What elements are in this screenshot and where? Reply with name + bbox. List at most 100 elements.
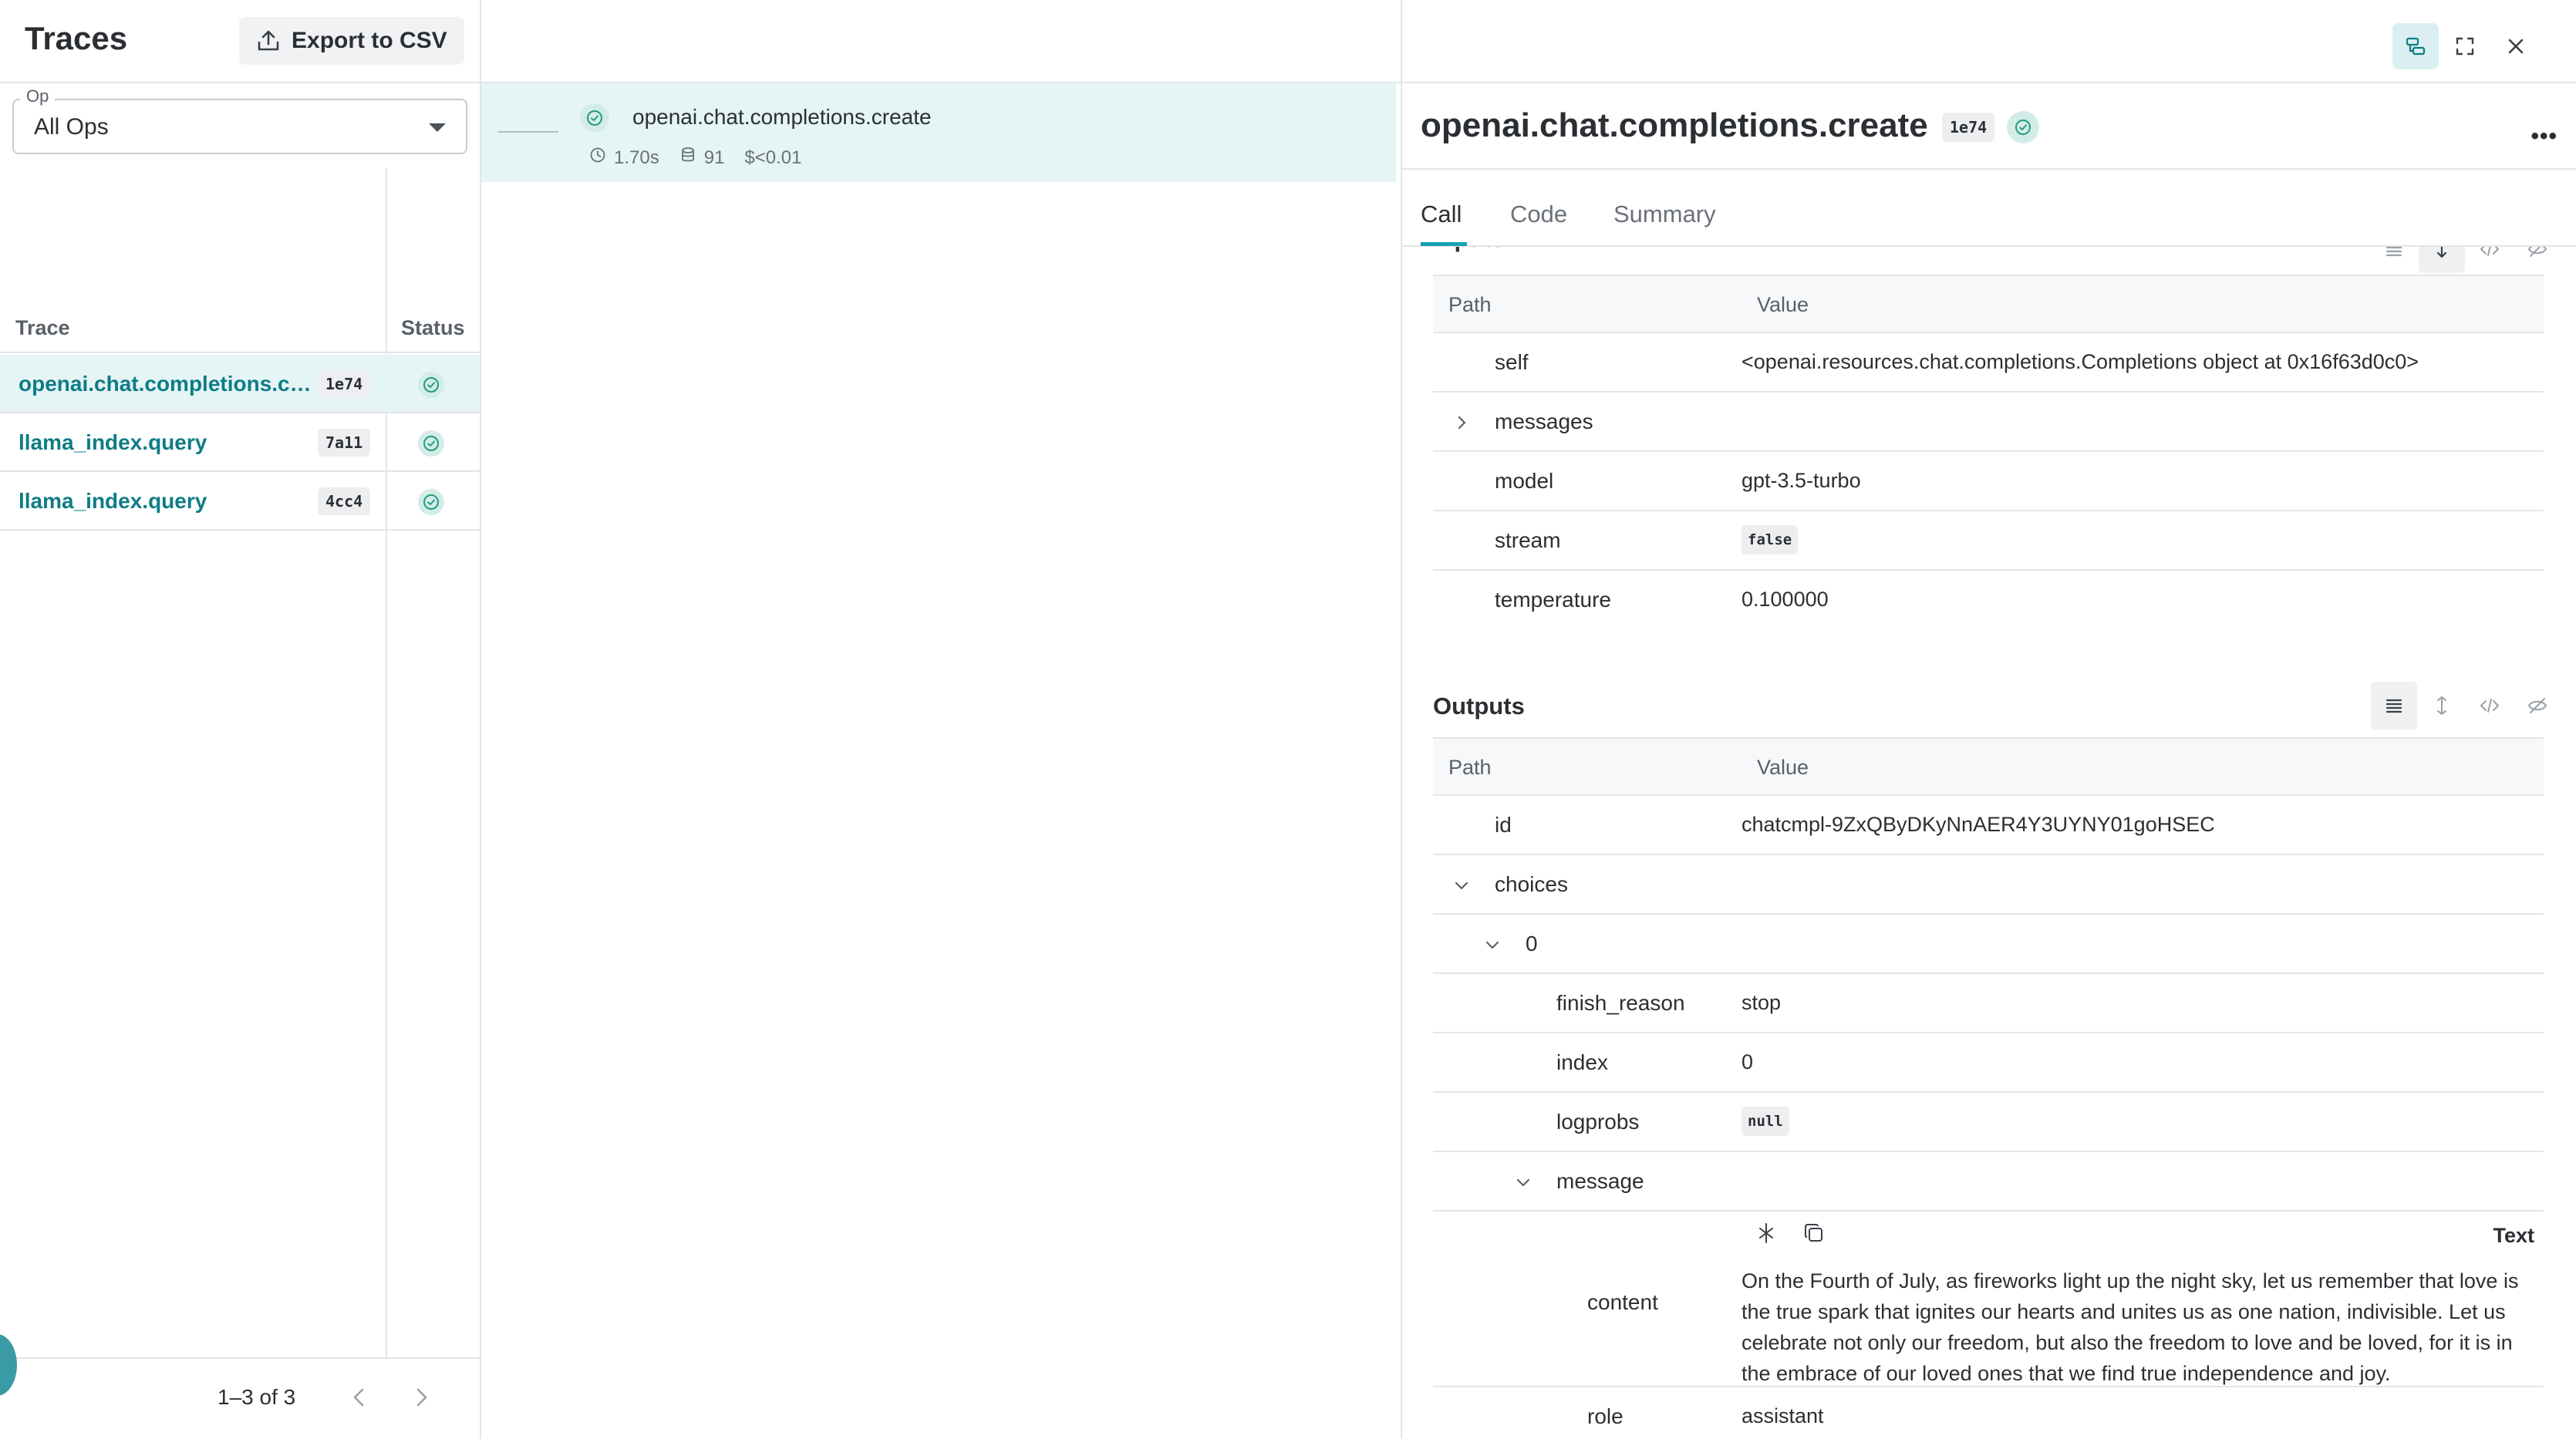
path-key: message — [1556, 1169, 1644, 1193]
list-view-icon[interactable] — [2371, 247, 2417, 273]
check-circle-icon — [418, 372, 444, 398]
export-csv-button[interactable]: Export to CSV — [239, 17, 464, 65]
tokens-item: 91 — [679, 147, 724, 169]
detail-title: openai.chat.completions.create — [1421, 106, 1928, 144]
traces-grid: Trace Status openai.chat.completions.cre… — [0, 168, 480, 1357]
export-csv-label: Export to CSV — [292, 28, 447, 53]
path-key: content — [1587, 1290, 1658, 1314]
trace-id-badge: 4cc4 — [318, 487, 371, 515]
chevron-left-icon[interactable] — [344, 1382, 375, 1413]
path-value: stop — [1741, 991, 1782, 1014]
chevron-down-icon[interactable] — [1482, 935, 1502, 955]
table-row: index 0 — [1433, 1033, 2544, 1093]
column-header-path: Path — [1448, 756, 1492, 779]
path-value: 0.100000 — [1741, 588, 1829, 611]
table-row: role assistant — [1433, 1387, 2544, 1439]
path-key: choices — [1495, 872, 1568, 896]
table-row[interactable]: message — [1433, 1152, 2544, 1212]
call-meta: 1.70s 91 $<0.01 — [589, 147, 802, 169]
call-id-badge: 1e74 — [1942, 113, 1995, 142]
latency-item: 1.70s — [589, 147, 659, 169]
latency-value: 1.70s — [614, 147, 659, 168]
chevron-down-icon[interactable] — [1452, 875, 1472, 895]
traces-panel: Traces Export to CSV All Ops Op Trace St… — [0, 0, 480, 1439]
trace-name[interactable]: llama_index.query — [19, 430, 312, 455]
code-view-icon[interactable] — [2466, 247, 2513, 273]
op-select-label: Op — [20, 86, 56, 106]
close-icon[interactable] — [2493, 23, 2539, 69]
table-row: Text content On the Fourth of July, as f… — [1433, 1212, 2544, 1387]
table-row[interactable]: messages — [1433, 393, 2544, 452]
table-row[interactable]: openai.chat.completions.create 1e74 — [0, 355, 480, 413]
path-key: id — [1495, 813, 1512, 837]
chevron-right-icon[interactable] — [1452, 413, 1472, 433]
expand-all-icon[interactable] — [2419, 682, 2465, 730]
call-name: openai.chat.completions.create — [632, 105, 932, 129]
outputs-table-header: Path Value — [1433, 737, 2544, 796]
path-key: messages — [1495, 409, 1593, 433]
code-view-icon[interactable] — [2466, 682, 2513, 730]
call-tree-item[interactable]: openai.chat.completions.create 1.70s 91 … — [481, 83, 1396, 182]
path-value: assistant — [1741, 1404, 1824, 1427]
tab-call[interactable]: Call — [1421, 201, 1462, 228]
hide-icon[interactable] — [2514, 682, 2561, 730]
database-icon — [679, 147, 696, 169]
trace-name[interactable]: openai.chat.completions.create — [19, 372, 312, 396]
chevron-down-icon[interactable] — [1513, 1172, 1533, 1192]
table-row: finish_reason stop — [1433, 974, 2544, 1033]
expand-icon[interactable] — [2419, 247, 2465, 273]
pagination-range: 1–3 of 3 — [217, 1385, 296, 1409]
op-select[interactable]: All Ops — [12, 99, 467, 154]
op-select-value: All Ops — [34, 114, 109, 140]
hide-icon[interactable] — [2514, 247, 2561, 273]
copy-icon[interactable] — [1802, 1221, 1826, 1249]
detail-tabs: Call Code Summary — [1402, 170, 2576, 247]
path-key: self — [1495, 350, 1529, 374]
call-detail-panel: openai.chat.completions.create 1e74 ••• … — [1401, 0, 2576, 1439]
tab-summary[interactable]: Summary — [1613, 201, 1716, 228]
outputs-view-toggles — [2371, 682, 2556, 730]
path-key: index — [1556, 1050, 1608, 1074]
path-value-code: null — [1741, 1107, 1789, 1136]
check-circle-icon — [580, 103, 609, 133]
cost-value: $<0.01 — [744, 147, 802, 168]
check-circle-icon — [418, 489, 444, 515]
table-row[interactable]: llama_index.query 4cc4 — [0, 472, 480, 531]
column-header-trace[interactable]: Trace — [15, 316, 70, 340]
call-tree-panel: openai.chat.completions.create 1.70s 91 … — [480, 0, 1402, 1439]
trace-id-badge: 1e74 — [318, 370, 371, 398]
list-view-icon[interactable] — [2371, 682, 2417, 730]
chevron-right-icon[interactable] — [406, 1382, 437, 1413]
wrap-toggle-icon[interactable] — [1754, 1221, 1779, 1249]
inputs-table-header: Path Value — [1433, 275, 2544, 333]
detail-toolbar — [1402, 0, 2576, 83]
column-header-path: Path — [1448, 293, 1492, 316]
pagination: 1–3 of 3 — [0, 1357, 480, 1439]
fullscreen-icon[interactable] — [2442, 23, 2488, 69]
text-mode-toggle[interactable]: Text — [2493, 1224, 2534, 1248]
grid-header: Trace Status — [0, 298, 480, 353]
path-key: logprobs — [1556, 1110, 1640, 1134]
table-row: model gpt-3.5-turbo — [1433, 452, 2544, 511]
column-header-status[interactable]: Status — [401, 316, 465, 340]
call-tree-header — [481, 0, 1402, 83]
table-row[interactable]: llama_index.query 7a11 — [0, 413, 480, 472]
detail-title-row: openai.chat.completions.create 1e74 ••• — [1402, 83, 2576, 170]
table-row: id chatcmpl-9ZxQByDKyNnAER4Y3UYNY01goHSE… — [1433, 796, 2544, 855]
path-value-code: false — [1741, 525, 1799, 554]
tab-code[interactable]: Code — [1510, 201, 1567, 228]
more-options-button[interactable]: ••• — [2530, 123, 2557, 150]
outputs-section-title: Outputs — [1433, 693, 1525, 720]
table-row[interactable]: choices — [1433, 855, 2544, 915]
inputs-view-toggles — [2371, 247, 2556, 273]
path-key: stream — [1495, 528, 1561, 552]
page-title: Traces — [25, 20, 128, 56]
call-detail-scroll[interactable]: Inputs Path Value self <openai.resource — [1402, 247, 2576, 1439]
tree-connector — [498, 131, 558, 133]
table-row[interactable]: 0 — [1433, 915, 2544, 974]
table-row: logprobs null — [1433, 1093, 2544, 1152]
tree-view-icon[interactable] — [2392, 23, 2439, 69]
traces-header: Traces Export to CSV — [0, 0, 480, 83]
trace-name[interactable]: llama_index.query — [19, 489, 312, 514]
clock-icon — [589, 147, 606, 169]
